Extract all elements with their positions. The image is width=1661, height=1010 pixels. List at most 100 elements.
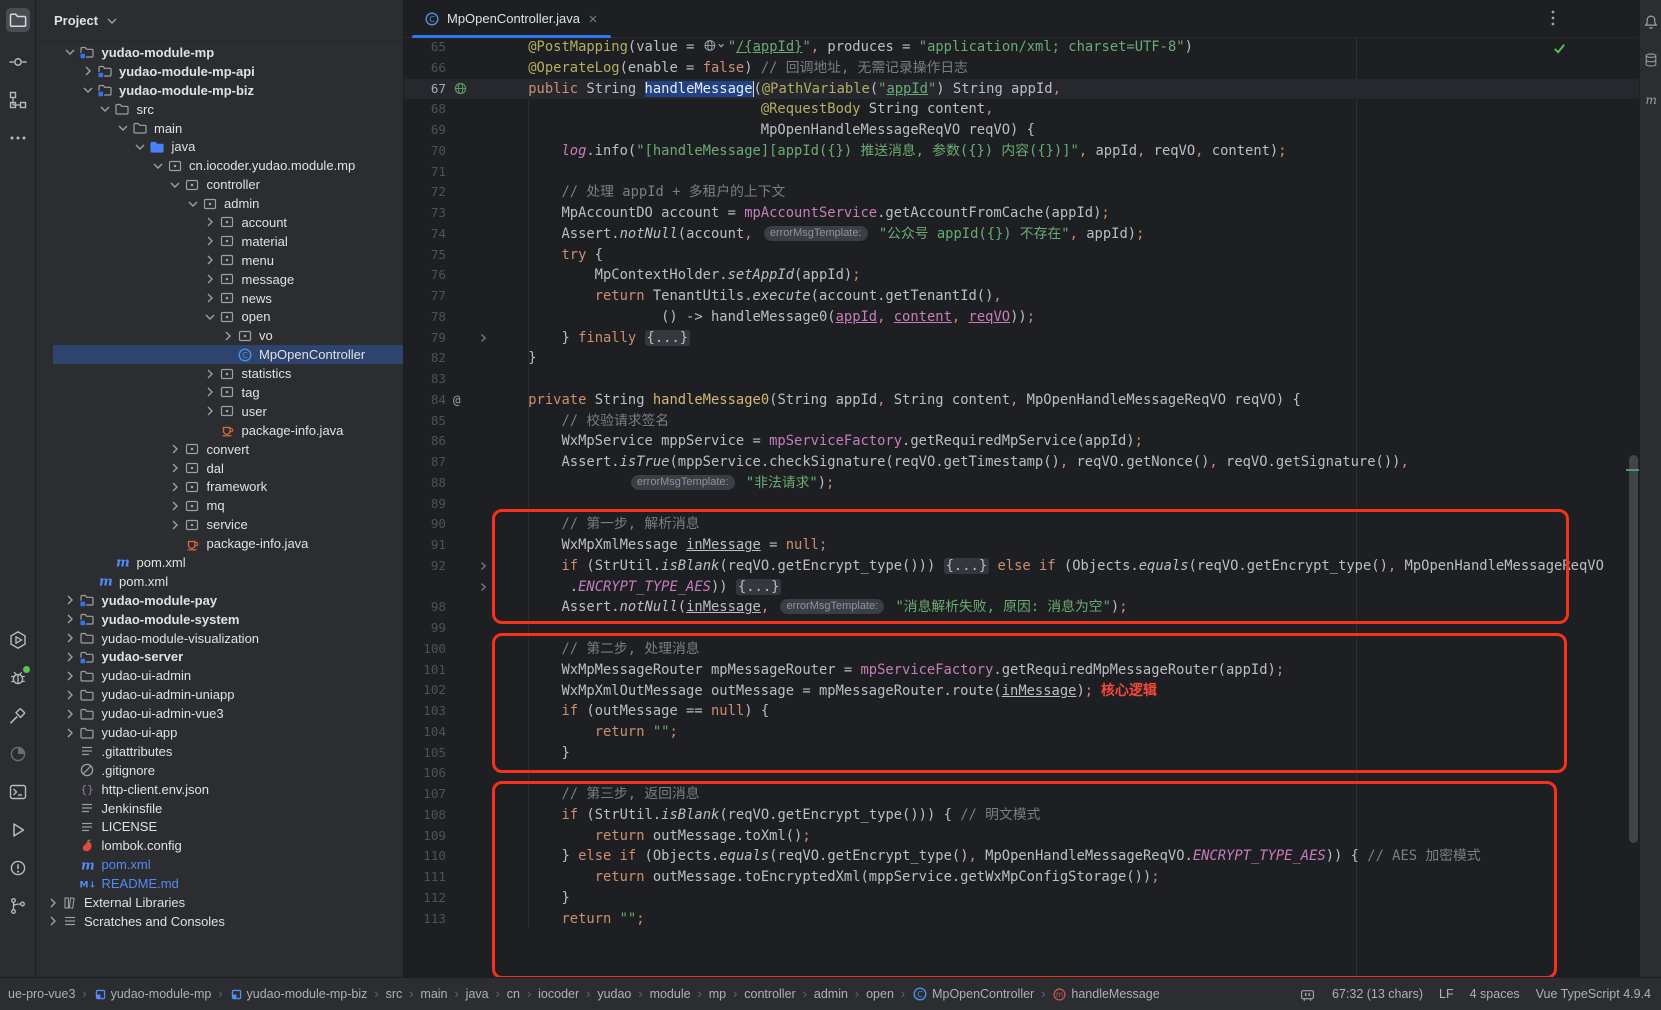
caret-position[interactable]: 67:32 (13 chars): [1332, 987, 1423, 1001]
plugin-robot-icon[interactable]: [1299, 986, 1316, 1003]
fold-collapsed-icon[interactable]: [477, 332, 489, 344]
chevron-right-icon[interactable]: [62, 725, 79, 741]
tree-item[interactable]: yudao-module-mp-api: [36, 62, 403, 81]
debug-button[interactable]: [6, 666, 30, 690]
run-button[interactable]: [6, 818, 30, 842]
chevron-right-icon[interactable]: [167, 498, 184, 514]
code-line[interactable]: 67 public String handleMessage(@PathVari…: [404, 79, 1640, 100]
code-line[interactable]: 98 Assert.notNull(inMessage, errorMsgTem…: [404, 597, 1640, 618]
tree-item[interactable]: yudao-ui-app: [36, 723, 403, 742]
chevron-down-icon[interactable]: [104, 13, 120, 29]
chevron-right-icon[interactable]: [202, 403, 219, 419]
breadcrumb-item[interactable]: cn: [507, 987, 520, 1001]
breadcrumb-item[interactable]: mp: [709, 987, 726, 1001]
tree-item[interactable]: convert: [36, 440, 403, 459]
code-line[interactable]: 74 Assert.notNull(account, errorMsgTempl…: [404, 224, 1640, 245]
chevron-right-icon[interactable]: [202, 233, 219, 249]
chevron-down-icon[interactable]: [62, 44, 79, 60]
chevron-right-icon[interactable]: [167, 517, 184, 533]
editor-scrollbar[interactable]: [1629, 455, 1638, 843]
breadcrumb-item[interactable]: module: [650, 987, 691, 1001]
code-line[interactable]: 68 @RequestBody String content,: [404, 99, 1640, 120]
tree-item[interactable]: package-info.java: [36, 421, 403, 440]
code-line[interactable]: 99: [404, 618, 1640, 639]
tree-item[interactable]: account: [36, 213, 403, 232]
chevron-right-icon[interactable]: [167, 479, 184, 495]
project-panel-title[interactable]: Project: [54, 13, 98, 28]
code-line[interactable]: 92 if (StrUtil.isBlank(reqVO.getEncrypt_…: [404, 556, 1640, 577]
profiler-button[interactable]: [6, 742, 30, 766]
code-line[interactable]: 85 // 校验请求签名: [404, 411, 1640, 432]
breadcrumb-item[interactable]: iocoder: [538, 987, 579, 1001]
code-line[interactable]: 103 if (outMessage == null) {: [404, 701, 1640, 722]
version-control-button[interactable]: [6, 894, 30, 918]
tree-item[interactable]: cn.iocoder.yudao.module.mp: [36, 156, 403, 175]
code-line[interactable]: 107 // 第三步, 返回消息: [404, 784, 1640, 805]
tree-item[interactable]: material: [36, 232, 403, 251]
chevron-right-icon[interactable]: [62, 611, 79, 627]
tree-item[interactable]: tag: [36, 383, 403, 402]
tree-item[interactable]: java: [36, 137, 403, 156]
file-type-info[interactable]: Vue TypeScript 4.9.4: [1536, 987, 1651, 1001]
code-line[interactable]: 71: [404, 162, 1640, 183]
chevron-right-icon[interactable]: [62, 706, 79, 722]
chevron-down-icon[interactable]: [202, 309, 219, 325]
tree-item[interactable]: yudao-module-mp-biz: [36, 81, 403, 100]
tree-item[interactable]: package-info.java: [36, 534, 403, 553]
commit-button[interactable]: [6, 50, 30, 74]
code-line[interactable]: 69 MpOpenHandleMessageReqVO reqVO) {: [404, 120, 1640, 141]
chevron-right-icon[interactable]: [44, 913, 61, 929]
chevron-right-icon[interactable]: [79, 63, 96, 79]
chevron-down-icon[interactable]: [114, 120, 131, 136]
tree-item[interactable]: admin: [36, 194, 403, 213]
code-line[interactable]: 73 MpAccountDO account = mpAccountServic…: [404, 203, 1640, 224]
chevron-right-icon[interactable]: [62, 592, 79, 608]
maven-stripe-button[interactable]: m: [1643, 92, 1659, 108]
code-line[interactable]: 76 MpContextHolder.setAppId(appId);: [404, 265, 1640, 286]
chevron-right-icon[interactable]: [167, 441, 184, 457]
tree-item[interactable]: {}http-client.env.json: [36, 780, 403, 799]
breadcrumb-item[interactable]: open: [866, 987, 894, 1001]
tree-item[interactable]: lombok.config: [36, 836, 403, 855]
chevron-right-icon[interactable]: [167, 460, 184, 476]
tree-item[interactable]: statistics: [36, 364, 403, 383]
tree-item[interactable]: .gitattributes: [36, 742, 403, 761]
code-line[interactable]: 105 }: [404, 743, 1640, 764]
breadcrumb-item[interactable]: CMpOpenController: [912, 986, 1034, 1002]
code-line[interactable]: 106: [404, 763, 1640, 784]
code-line[interactable]: 110 } else if (Objects.equals(reqVO.getE…: [404, 846, 1640, 867]
tree-item[interactable]: mq: [36, 496, 403, 515]
chevron-right-icon[interactable]: [62, 630, 79, 646]
tree-item[interactable]: .gitignore: [36, 761, 403, 780]
code-line[interactable]: 75 try {: [404, 245, 1640, 266]
breadcrumb-item[interactable]: src: [386, 987, 403, 1001]
terminal-button[interactable]: [6, 780, 30, 804]
annotated-marker-icon[interactable]: @: [446, 390, 477, 411]
tree-item[interactable]: user: [36, 402, 403, 421]
tree-item[interactable]: yudao-ui-admin-uniapp: [36, 685, 403, 704]
tree-item[interactable]: vo: [36, 326, 403, 345]
inspection-ok-icon[interactable]: [1552, 41, 1567, 56]
chevron-down-icon[interactable]: [167, 177, 184, 193]
fold-collapsed-icon[interactable]: [477, 581, 489, 593]
line-separator[interactable]: LF: [1439, 987, 1454, 1001]
request-mapping-globe-icon[interactable]: [446, 81, 477, 96]
tree-item[interactable]: menu: [36, 251, 403, 270]
code-line[interactable]: 86 WxMpService mppService = mpServiceFac…: [404, 431, 1640, 452]
database-button[interactable]: [1643, 52, 1659, 68]
breadcrumb-item[interactable]: ue-pro-vue3: [8, 987, 75, 1001]
code-line[interactable]: 70 log.info("[handleMessage][appId({}) 推…: [404, 141, 1640, 162]
breadcrumb-item[interactable]: java: [466, 987, 489, 1001]
tree-item[interactable]: mpom.xml: [36, 572, 403, 591]
tree-item[interactable]: yudao-ui-admin: [36, 666, 403, 685]
chevron-down-icon[interactable]: [184, 196, 201, 212]
tree-item[interactable]: yudao-ui-admin-vue3: [36, 704, 403, 723]
code-line[interactable]: 112 }: [404, 888, 1640, 909]
chevron-right-icon[interactable]: [44, 895, 61, 911]
breadcrumb-item[interactable]: yudao-module-mp-biz: [230, 987, 368, 1001]
tree-item[interactable]: mpom.xml: [36, 553, 403, 572]
tree-item[interactable]: message: [36, 270, 403, 289]
code-line[interactable]: 66 @OperateLog(enable = false) // 回调地址, …: [404, 58, 1640, 79]
code-line[interactable]: 77 return TenantUtils.execute(account.ge…: [404, 286, 1640, 307]
editor-options-kebab-icon[interactable]: [1545, 7, 1561, 29]
